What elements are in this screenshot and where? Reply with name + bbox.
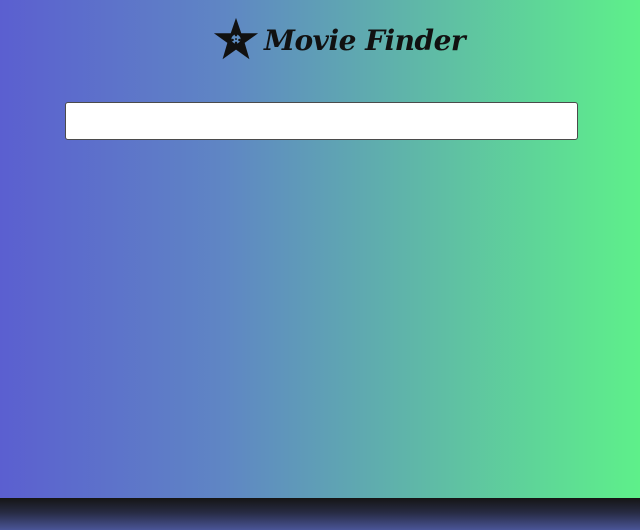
app-header: Movie Finder (212, 14, 466, 66)
film-star-icon (213, 17, 259, 60)
bottom-shadow (0, 498, 640, 530)
app-background: Movie Finder (0, 0, 640, 498)
app-title: Movie Finder (264, 23, 466, 57)
search-input[interactable] (65, 102, 578, 140)
